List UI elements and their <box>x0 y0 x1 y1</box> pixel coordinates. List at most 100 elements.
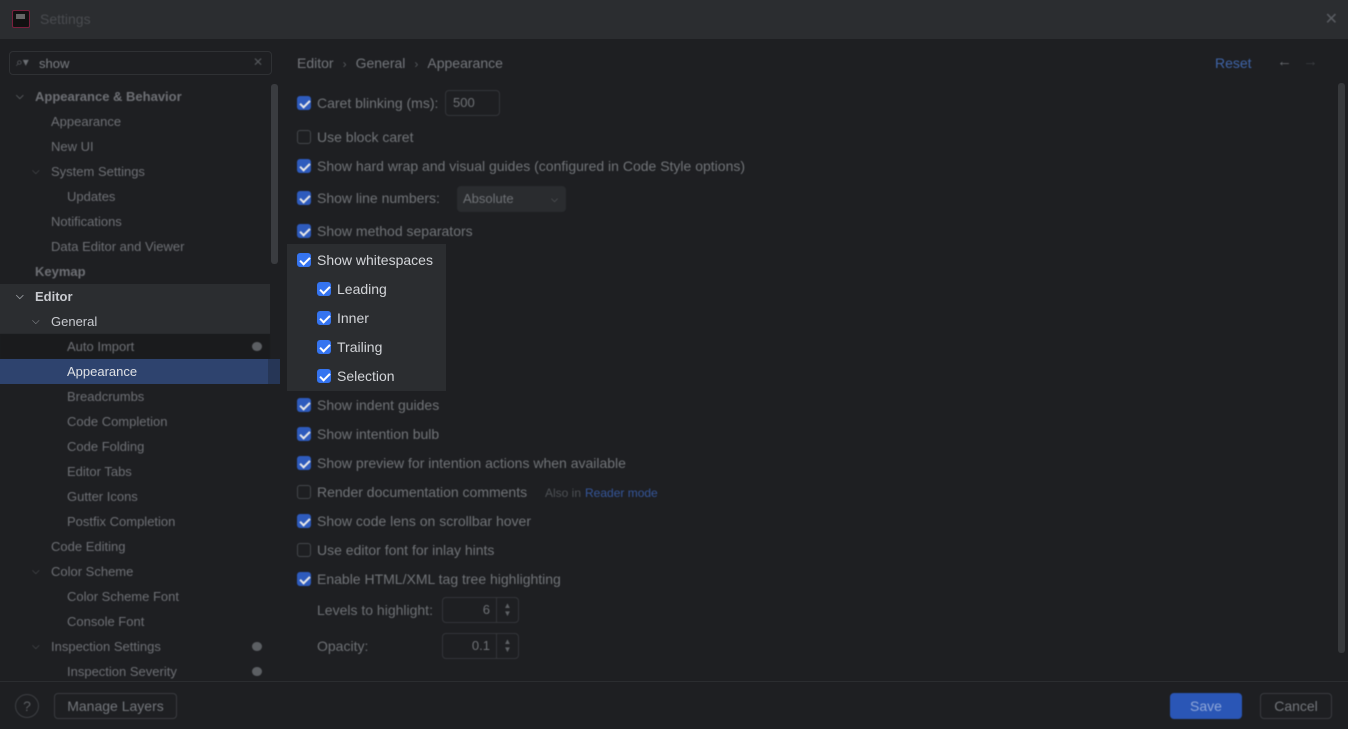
indent-guides-checkbox[interactable] <box>297 398 311 412</box>
breadcrumb-item-current: Appearance <box>427 55 503 71</box>
tree-item[interactable]: Updates <box>0 184 270 209</box>
tree-item[interactable]: ⌵ Appearance & Behavior <box>0 84 270 109</box>
ws-leading-label: Leading <box>337 281 387 297</box>
tag-tree-label: Enable HTML/XML tag tree highlighting <box>317 571 561 587</box>
arrow-left-icon[interactable]: ← <box>1277 53 1292 70</box>
breadcrumb-item[interactable]: General <box>356 55 406 71</box>
levels-spinner[interactable]: 6 ▲ ▼ <box>442 597 519 623</box>
tree-item[interactable]: Data Editor and Viewer <box>0 234 270 259</box>
code-lens-label: Show code lens on scrollbar hover <box>317 513 532 529</box>
tree-item[interactable]: Code Completion <box>0 409 270 434</box>
tree-item[interactable]: ⌵ General <box>0 309 270 334</box>
tree-item-label: Code Completion <box>67 414 168 429</box>
tree-item[interactable]: ⌵ Inspection Settings <box>0 634 270 659</box>
opacity-spinner[interactable]: 0.1 ▲ ▼ <box>442 633 519 659</box>
search-input[interactable]: ⌕▾ show ✕ <box>9 51 272 75</box>
settings-tree: ⌵ Appearance & Behavior Appearance New UI ⌵ S… <box>0 84 280 684</box>
modified-badge-icon <box>252 342 262 351</box>
tree-item[interactable]: Console Font <box>0 609 270 634</box>
tree-item[interactable]: Keymap <box>0 259 270 284</box>
tree-item-label: Notifications <box>51 214 122 229</box>
tree-item-label: Appearance & Behavior <box>35 89 182 104</box>
tag-tree-checkbox[interactable] <box>297 572 311 586</box>
ws-trailing-label: Trailing <box>337 339 383 355</box>
tree-item[interactable]: ⌵ Editor <box>0 284 270 309</box>
tree-item[interactable]: Notifications <box>0 209 270 234</box>
line-numbers-selected: Absolute <box>463 191 514 206</box>
chevron-down-icon[interactable]: ⌵ <box>16 84 24 109</box>
tree-item-label: Breadcrumbs <box>67 389 145 404</box>
spinner-arrows-icon[interactable]: ▲ ▼ <box>496 598 518 622</box>
whitespaces-group: Show whitespaces Leading Inner Trailing … <box>287 244 446 391</box>
tree-item[interactable]: Gutter Icons <box>0 484 270 509</box>
tree-item[interactable]: Auto Import <box>0 334 270 359</box>
block-caret-checkbox[interactable] <box>297 130 311 144</box>
ws-trailing-checkbox[interactable] <box>317 340 331 354</box>
chevron-down-icon[interactable]: ⌵ <box>32 634 40 659</box>
tree-item-label: Data Editor and Viewer <box>51 239 185 254</box>
method-separators-label: Show method separators <box>317 223 473 239</box>
indent-guides-label: Show indent guides <box>317 397 440 413</box>
cancel-button[interactable]: Cancel <box>1260 693 1332 719</box>
opacity-value[interactable]: 0.1 <box>472 634 490 658</box>
line-numbers-label: Show line numbers: <box>317 190 440 206</box>
opacity-label: Opacity: <box>317 638 369 654</box>
close-icon[interactable]: ✕ <box>1325 9 1338 29</box>
search-value[interactable]: show <box>39 56 69 71</box>
tree-item-label: System Settings <box>51 164 145 179</box>
spinner-arrows-icon[interactable]: ▲ ▼ <box>496 634 518 658</box>
hard-wrap-checkbox[interactable] <box>297 159 311 173</box>
tree-item[interactable]: New UI <box>0 134 270 159</box>
ws-selection-checkbox[interactable] <box>317 369 331 383</box>
code-lens-checkbox[interactable] <box>297 514 311 528</box>
caret-blinking-input[interactable]: 500 <box>445 90 500 116</box>
ws-leading-checkbox[interactable] <box>317 282 331 296</box>
save-button[interactable]: Save <box>1170 693 1242 719</box>
tree-item[interactable]: ⌵ Color Scheme <box>0 559 270 584</box>
levels-value[interactable]: 6 <box>483 598 490 622</box>
chevron-down-icon: ⌵ <box>551 194 558 204</box>
tree-item[interactable]: Postfix Completion <box>0 509 270 534</box>
tree-item-label: New UI <box>51 139 94 154</box>
tree-item-label: Console Font <box>67 614 145 629</box>
sidebar-scrollbar[interactable] <box>271 84 278 264</box>
intention-preview-checkbox[interactable] <box>297 456 311 470</box>
breadcrumb-item[interactable]: Editor <box>297 55 334 71</box>
dialog-footer: ? Manage Layers Save Cancel <box>0 681 1348 729</box>
tree-item-label: Appearance <box>51 114 122 129</box>
intention-bulb-checkbox[interactable] <box>297 427 311 441</box>
render-docs-checkbox[interactable] <box>297 485 311 499</box>
chevron-down-icon[interactable]: ⌵ <box>32 309 40 334</box>
clear-icon[interactable]: ✕ <box>253 55 263 69</box>
chevron-down-icon[interactable]: ⌵ <box>32 159 40 184</box>
line-numbers-dropdown[interactable]: Absolute ⌵ <box>457 186 566 212</box>
tree-item[interactable]: Code Folding <box>0 434 270 459</box>
help-icon[interactable]: ? <box>15 694 39 718</box>
inlay-font-label: Use editor font for inlay hints <box>317 542 495 558</box>
breadcrumb-separator: › <box>342 57 347 71</box>
show-whitespaces-checkbox[interactable] <box>297 253 311 267</box>
line-numbers-checkbox[interactable] <box>297 191 311 205</box>
chevron-down-icon[interactable]: ⌵ <box>16 284 24 309</box>
method-separators-checkbox[interactable] <box>297 224 311 238</box>
tree-item[interactable]: ⌵ System Settings <box>0 159 270 184</box>
modified-badge-icon <box>252 667 262 676</box>
render-docs-hint: Also in <box>545 486 582 500</box>
tree-item[interactable]: Appearance <box>0 359 280 384</box>
inlay-font-checkbox[interactable] <box>297 543 311 557</box>
tree-item[interactable]: Color Scheme Font <box>0 584 270 609</box>
chevron-down-icon[interactable]: ⌵ <box>32 559 40 584</box>
reader-mode-link[interactable]: Reader mode <box>585 485 658 501</box>
manage-layers-button[interactable]: Manage Layers <box>54 693 177 719</box>
reset-link[interactable]: Reset <box>1215 55 1252 71</box>
tree-item[interactable]: Appearance <box>0 109 270 134</box>
caret-blinking-checkbox[interactable] <box>297 96 311 110</box>
content-scrollbar[interactable] <box>1338 83 1345 653</box>
tree-item[interactable]: Code Editing <box>0 534 270 559</box>
tree-item-label: Color Scheme <box>51 564 134 579</box>
tree-item[interactable]: Breadcrumbs <box>0 384 270 409</box>
tree-item[interactable]: Editor Tabs <box>0 459 270 484</box>
levels-label: Levels to highlight: <box>317 602 433 618</box>
arrow-right-icon[interactable]: → <box>1303 53 1318 70</box>
ws-inner-checkbox[interactable] <box>317 311 331 325</box>
